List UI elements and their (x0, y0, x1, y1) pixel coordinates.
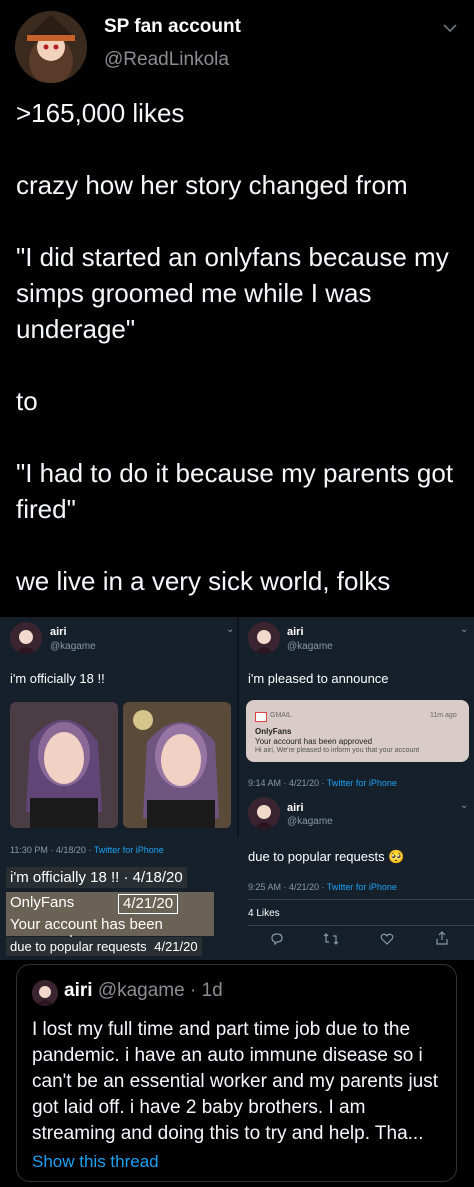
divider (248, 925, 474, 926)
email-notification: GMAIL 11m ago OnlyFans Your account has … (246, 700, 469, 762)
quoted-name: airi (64, 980, 93, 1001)
source-link: Twitter for iPhone (326, 778, 397, 788)
embedded-meta: 9:25 AM · 4/21/20 · Twitter for iPhone (248, 882, 397, 892)
embedded-meta: 9:14 AM · 4/21/20 · Twitter for iPhone (248, 778, 397, 788)
author-name[interactable]: SP fan account (104, 16, 241, 38)
timestamp: 11:30 PM · 4/18/20 · (10, 845, 94, 855)
quoted-text: I lost my full time and part time job du… (32, 1019, 439, 1144)
likes-count: 4 Likes (248, 908, 280, 919)
caption-label: 4/21/20 (118, 894, 179, 914)
avatar (248, 797, 280, 829)
notif-subject: Your account has been approved (255, 737, 373, 746)
divider (248, 899, 474, 900)
source-link: Twitter for iPhone (93, 845, 164, 855)
notif-app: GMAIL (270, 712, 292, 719)
timestamp: 9:14 AM · 4/21/20 · (248, 778, 327, 788)
quoted-handle-time: @kagame · 1d (97, 980, 223, 1001)
notif-time: 11m ago (430, 712, 457, 719)
gmail-icon (255, 712, 267, 722)
author-avatar[interactable] (15, 11, 87, 83)
embedded-handle: @kagame (287, 641, 333, 652)
caption-block: OnlyFans 4/21/20 Your account has been a… (6, 892, 214, 950)
embedded-name: airi (287, 802, 304, 814)
caption-label: i'm officially 18 !! · 4/18/20 (6, 867, 187, 888)
timestamp: 9:25 AM · 4/21/20 · (248, 882, 327, 892)
chevron-down-icon: ⌄ (226, 624, 235, 635)
caption-date: 4/21/20 (154, 939, 198, 954)
chevron-down-icon: ⌄ (460, 800, 469, 811)
embedded-name: airi (50, 626, 67, 638)
selfie-photo (10, 702, 118, 828)
embedded-handle: @kagame (287, 816, 333, 827)
embedded-meta: 11:30 PM · 4/18/20 · Twitter for iPhone (10, 845, 164, 855)
heart-icon (380, 932, 394, 951)
avatar (248, 622, 280, 654)
source-link: Twitter for iPhone (326, 882, 397, 892)
tweet-text: >165,000 likes crazy how her story chang… (16, 98, 454, 596)
quoted-header: airi @kagame · 1d (64, 980, 223, 1002)
embedded-text: i'm pleased to announce (248, 671, 389, 686)
retweet-icon (323, 932, 339, 951)
show-thread-link[interactable]: Show this thread (32, 1152, 159, 1172)
notif-body: Hi airi, We're pleased to inform you tha… (255, 747, 420, 754)
embedded-text: due to popular requests 🥺 (248, 849, 405, 864)
caption-text: due to popular requests (10, 939, 147, 954)
embedded-handle: @kagame (50, 641, 96, 652)
notif-sender: OnlyFans (255, 727, 292, 736)
quoted-avatar (32, 980, 58, 1006)
share-icon (435, 931, 449, 950)
embedded-name: airi (287, 626, 304, 638)
chevron-down-icon[interactable] (440, 18, 460, 38)
chevron-down-icon: ⌄ (460, 624, 469, 635)
caption-label: due to popular requests 4/21/20 (6, 937, 202, 956)
avatar (10, 622, 42, 654)
reply-icon (270, 932, 284, 951)
author-handle[interactable]: @ReadLinkola (104, 49, 229, 71)
selfie-photo (123, 702, 231, 828)
embedded-text: i'm officially 18 !! (10, 671, 105, 686)
caption-label: OnlyFans (10, 894, 75, 911)
panel-divider (237, 617, 239, 837)
